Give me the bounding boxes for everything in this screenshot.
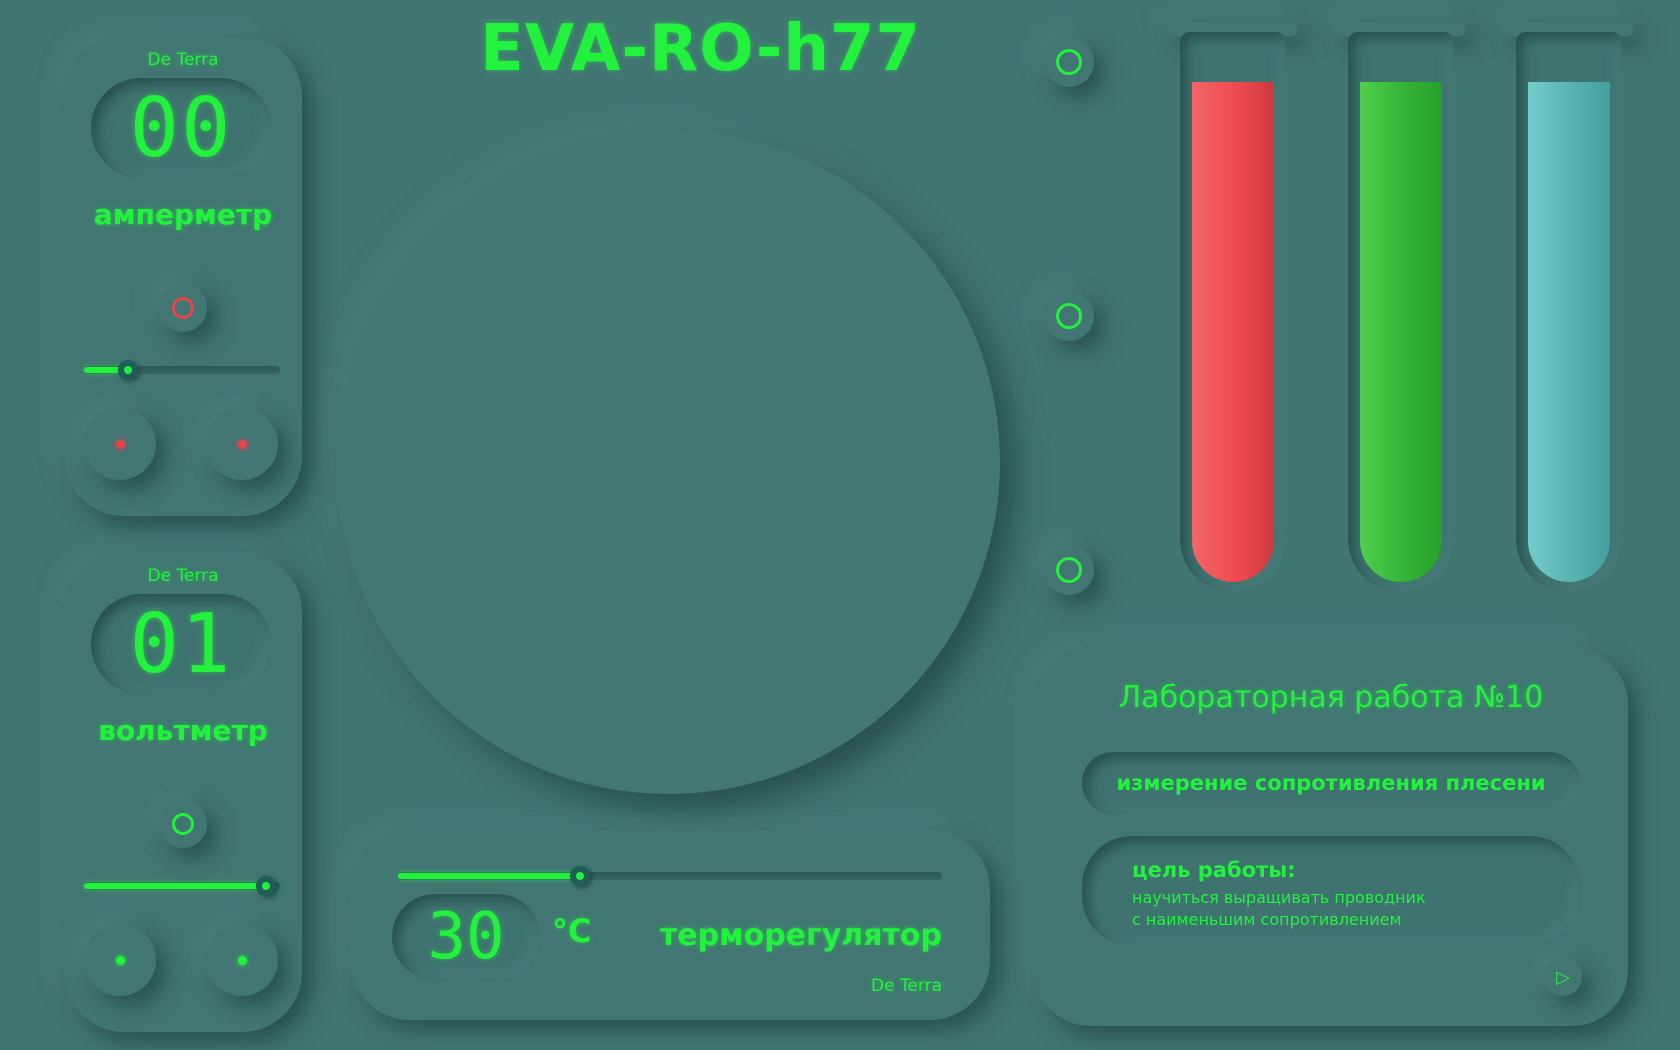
- slider-fill: [84, 883, 268, 889]
- thermostat-panel: 30 °C терморегулятор De Terra: [350, 830, 990, 1020]
- ammeter-panel: De Terra 00 амперметр: [64, 36, 302, 516]
- thermostat-label: терморегулятор: [659, 918, 942, 953]
- play-button[interactable]: ▷: [1544, 958, 1582, 996]
- lab-subject: измерение сопротивления плесени: [1082, 752, 1580, 814]
- voltmeter-terminal-left[interactable]: [84, 924, 156, 996]
- terminal-dot-icon: [237, 955, 247, 965]
- thermostat-display: 30: [392, 894, 540, 980]
- ammeter-slider[interactable]: [84, 360, 280, 380]
- slider-thumb[interactable]: [118, 360, 138, 380]
- voltmeter-label: вольтметр: [98, 714, 268, 747]
- voltmeter-panel: De Terra 01 вольтметр: [64, 552, 302, 1032]
- goal-heading: цель работы:: [1132, 858, 1296, 882]
- test-tube-red[interactable]: [1168, 22, 1298, 602]
- terminal-dot-icon: [237, 439, 247, 449]
- test-tube-green[interactable]: [1336, 22, 1466, 602]
- circle-icon: [1056, 49, 1082, 75]
- ammeter-display: 00: [91, 78, 271, 178]
- goal-text-line-1: научиться выращивать проводник: [1132, 888, 1426, 907]
- tube-select-button-1[interactable]: [1044, 37, 1094, 87]
- ammeter-brand: De Terra: [147, 50, 219, 70]
- ammeter-terminal-right[interactable]: [206, 408, 278, 480]
- petri-dish[interactable]: [336, 130, 1000, 794]
- circle-icon: [1056, 557, 1082, 583]
- voltmeter-brand: De Terra: [147, 566, 219, 586]
- lab-goal-box: цель работы: научиться выращивать провод…: [1082, 836, 1580, 946]
- terminal-dot-icon: [115, 439, 125, 449]
- tube-select-button-2[interactable]: [1044, 291, 1094, 341]
- voltmeter-indicator-button[interactable]: [159, 800, 207, 848]
- device-title: EVA-RO-h77: [480, 12, 922, 86]
- ammeter-indicator-button[interactable]: [159, 284, 207, 332]
- slider-fill: [398, 873, 582, 879]
- voltmeter-slider[interactable]: [84, 876, 280, 896]
- slider-thumb[interactable]: [570, 866, 590, 886]
- indicator-ring-icon: [172, 813, 194, 835]
- tube-liquid: [1192, 82, 1274, 582]
- thermostat-brand: De Terra: [870, 976, 942, 996]
- play-icon: ▷: [1556, 966, 1570, 988]
- indicator-ring-icon: [172, 297, 194, 319]
- thermostat-slider[interactable]: [398, 866, 942, 886]
- voltmeter-terminal-right[interactable]: [206, 924, 278, 996]
- circle-icon: [1056, 303, 1082, 329]
- thermostat-unit: °C: [552, 912, 592, 950]
- terminal-dot-icon: [115, 955, 125, 965]
- lab-title: Лабораторная работа №10: [1118, 680, 1544, 715]
- tube-liquid: [1360, 82, 1442, 582]
- ammeter-terminal-left[interactable]: [84, 408, 156, 480]
- slider-thumb[interactable]: [256, 876, 276, 896]
- tube-select-button-3[interactable]: [1044, 545, 1094, 595]
- tube-liquid: [1528, 82, 1610, 582]
- goal-text-line-2: с наименьшим сопротивлением: [1132, 910, 1402, 929]
- lab-card: Лабораторная работа №10 измерение сопрот…: [1034, 648, 1628, 1026]
- test-tube-teal[interactable]: [1504, 22, 1634, 602]
- ammeter-label: амперметр: [93, 198, 273, 231]
- voltmeter-display: 01: [91, 594, 271, 694]
